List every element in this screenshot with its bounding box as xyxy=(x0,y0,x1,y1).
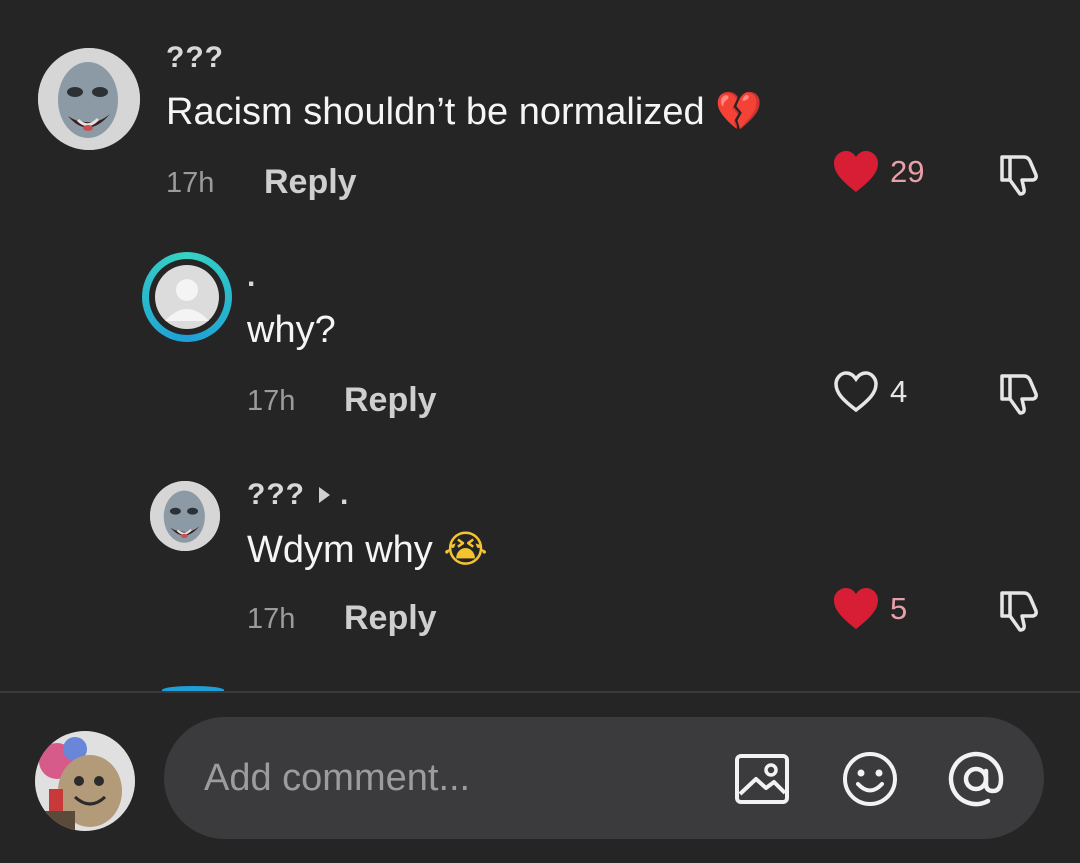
comment-text-body: Wdym why xyxy=(247,529,433,571)
comment-text: Racism shouldn’t be normalized 💔 xyxy=(166,90,762,134)
current-user-avatar[interactable] xyxy=(35,731,135,831)
image-icon[interactable] xyxy=(732,749,792,809)
reply-arrow-icon xyxy=(318,487,330,504)
avatar-image xyxy=(150,481,220,551)
reply-target: . xyxy=(339,478,350,511)
like-count: 29 xyxy=(890,154,925,189)
comment-timestamp: 17h xyxy=(247,385,296,417)
comment-text: Wdym why 😭 xyxy=(247,527,488,572)
heart-outline-icon xyxy=(834,371,878,413)
comment-emoji: 😭 xyxy=(443,529,488,571)
reply-button[interactable]: Reply xyxy=(264,163,357,202)
like-count: 4 xyxy=(890,374,908,409)
reply-button[interactable]: Reply xyxy=(344,599,437,638)
thumbs-down-icon[interactable] xyxy=(994,587,1040,633)
comment-emoji: 💔 xyxy=(715,91,763,133)
comment-username[interactable]: ??? xyxy=(166,41,224,75)
reply-button[interactable]: Reply xyxy=(344,381,437,420)
comment-input[interactable] xyxy=(202,747,726,809)
avatar-image xyxy=(38,48,140,150)
like-count: 5 xyxy=(890,591,908,626)
comment-timestamp: 17h xyxy=(247,603,296,635)
heart-icon xyxy=(834,588,878,629)
comment-text-body: Racism shouldn’t be normalized xyxy=(166,91,705,133)
thumbs-down-icon[interactable] xyxy=(994,370,1040,416)
comment-composer xyxy=(0,693,1080,863)
thumbs-down-icon[interactable] xyxy=(994,151,1040,197)
avatar[interactable] xyxy=(150,481,220,551)
at-sign-icon[interactable] xyxy=(946,749,1006,809)
comment-input-container[interactable] xyxy=(164,717,1044,839)
comment-username[interactable]: . xyxy=(247,260,256,294)
like-button[interactable]: 29 xyxy=(832,150,924,194)
comment-timestamp: 17h xyxy=(166,167,215,199)
default-avatar-icon xyxy=(155,265,219,329)
like-button[interactable]: 5 xyxy=(832,587,907,631)
comment-username[interactable]: ???. xyxy=(247,478,349,512)
like-button[interactable]: 4 xyxy=(832,370,907,414)
avatar[interactable] xyxy=(38,48,140,150)
comment-text: why? xyxy=(247,309,336,351)
avatar[interactable] xyxy=(142,252,232,342)
comments-screen: ??? Racism shouldn’t be normalized 💔 17h… xyxy=(0,0,1080,863)
avatar-image xyxy=(35,731,135,831)
heart-icon xyxy=(834,151,878,192)
smiley-icon[interactable] xyxy=(840,749,900,809)
reply-author: ??? xyxy=(247,478,305,511)
